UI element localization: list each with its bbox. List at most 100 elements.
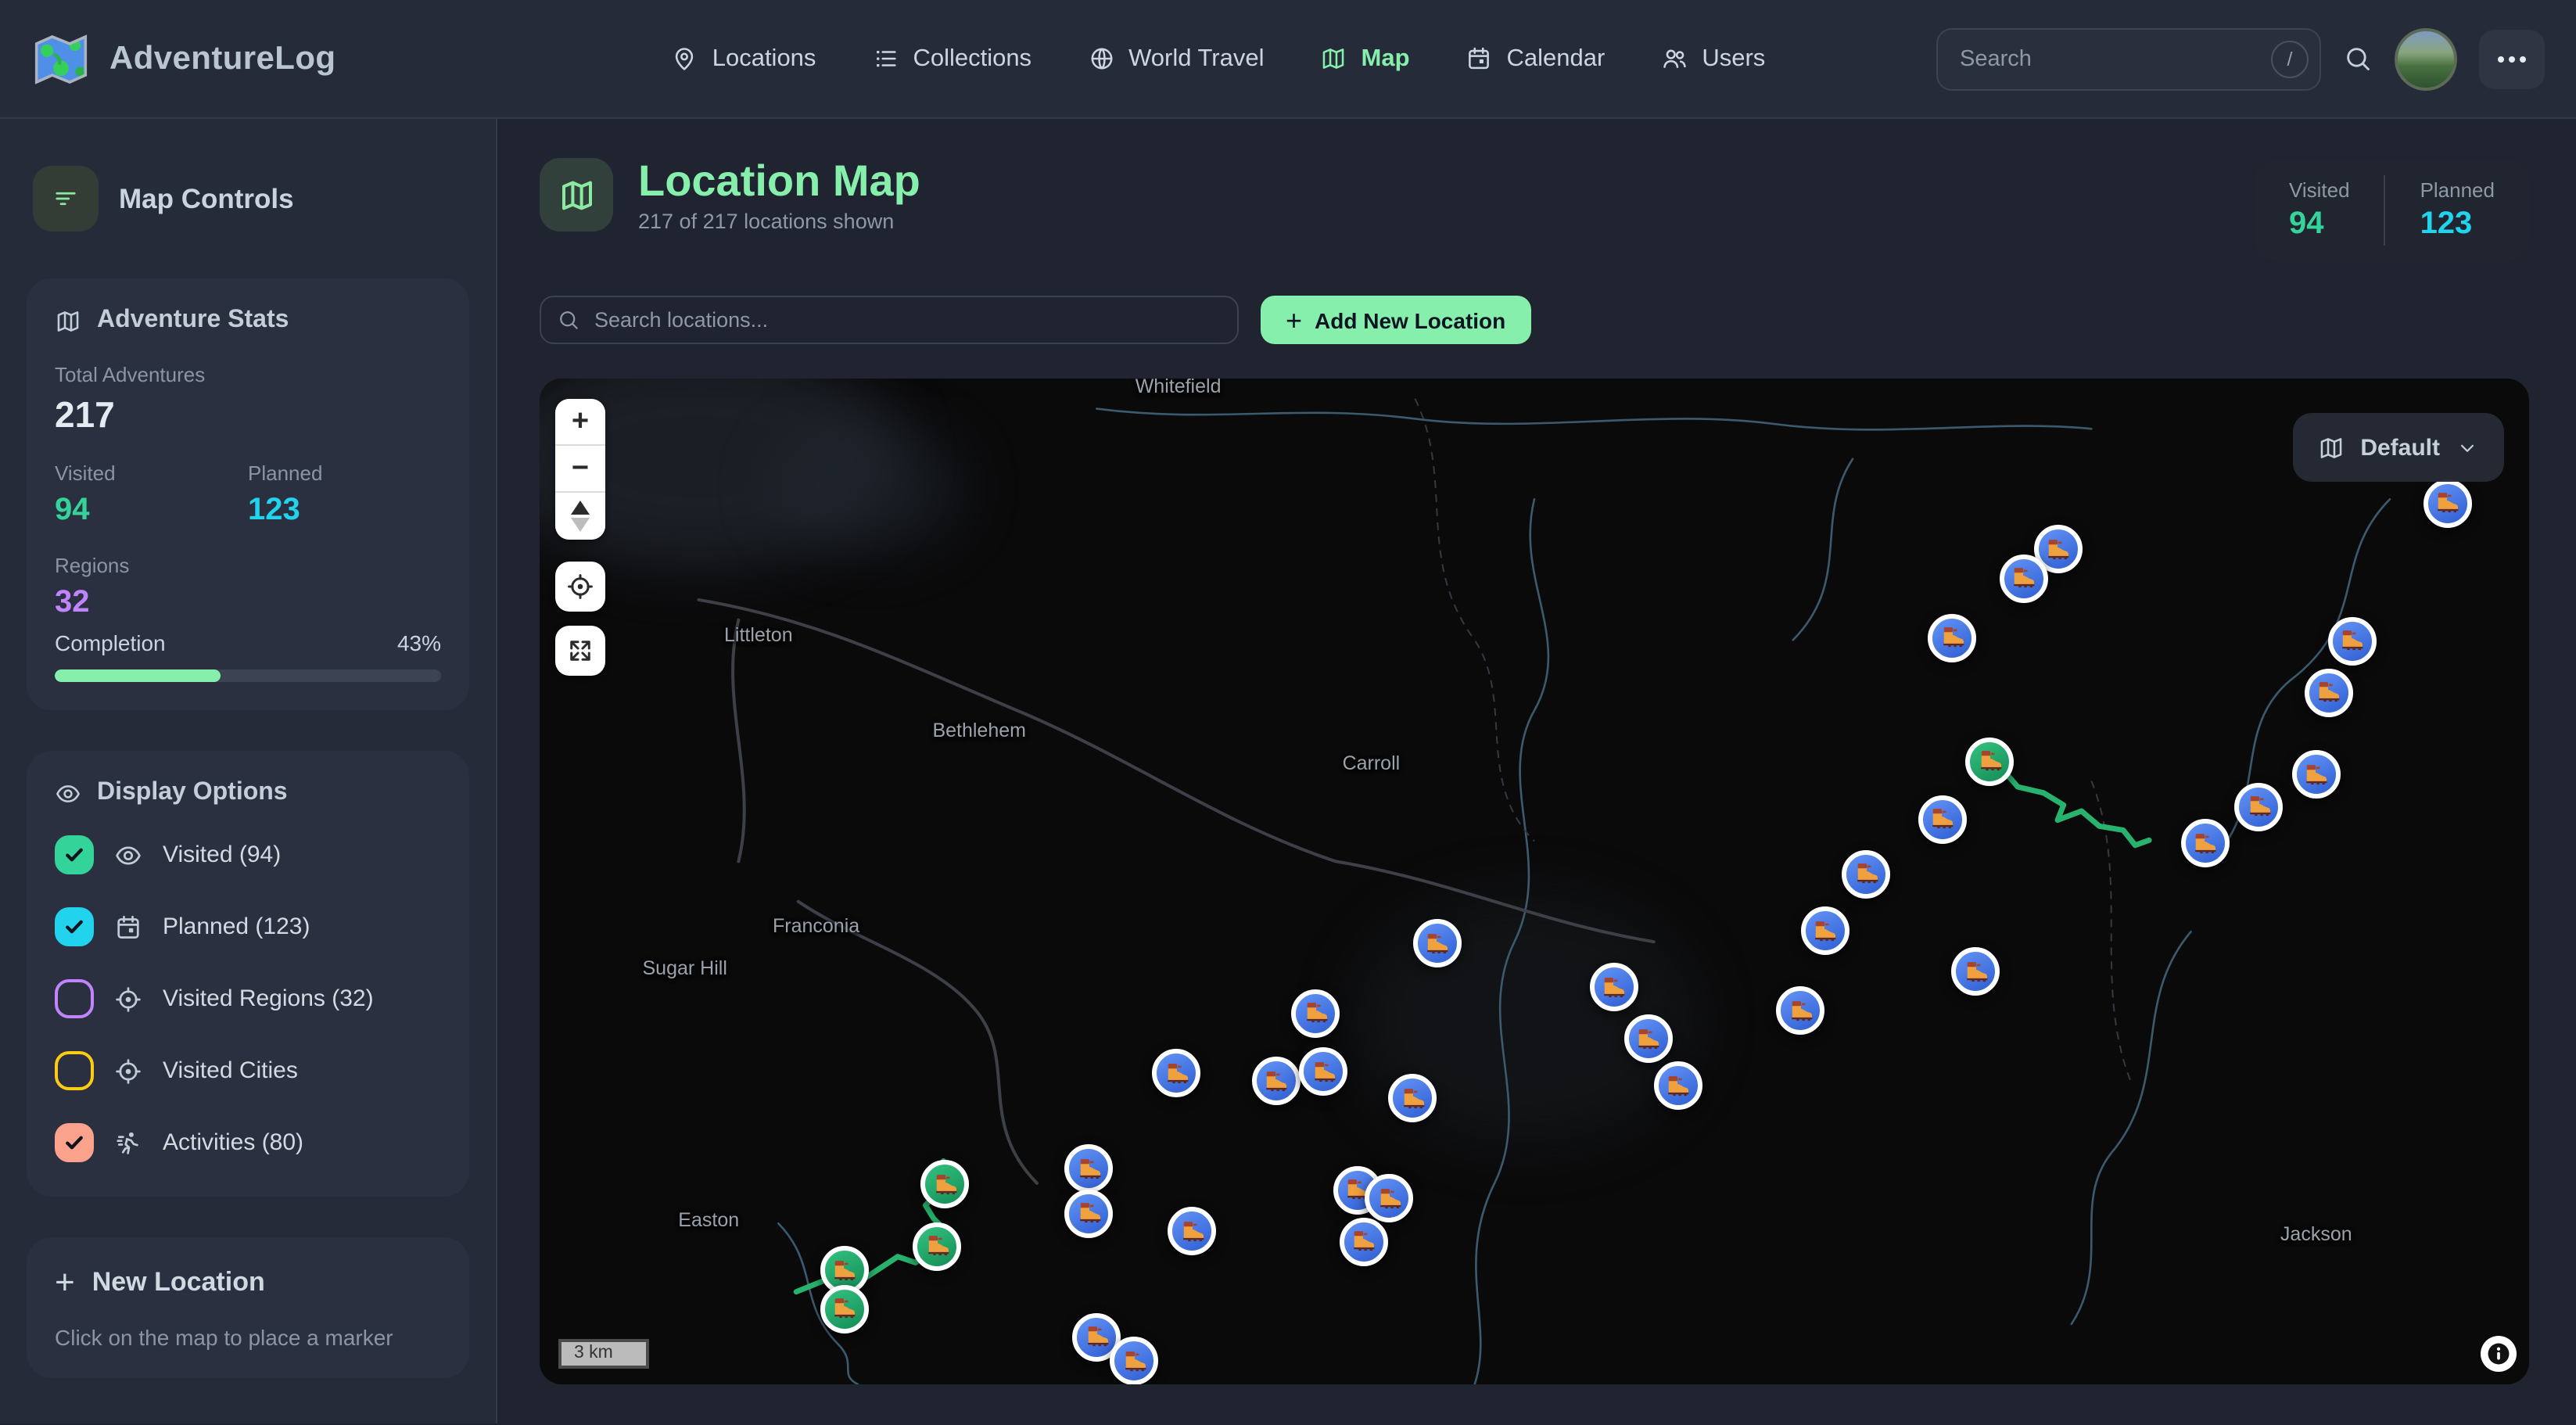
map-marker-blue[interactable] <box>1339 1217 1387 1265</box>
nav-item-collections[interactable]: Collections <box>872 45 1031 73</box>
map-marker-blue[interactable] <box>1918 795 1967 843</box>
stat-planned: Planned 123 <box>248 461 441 529</box>
zoom-out-button[interactable]: − <box>555 446 605 493</box>
map-marker-blue[interactable] <box>1110 1337 1159 1384</box>
checkbox-visited-cities[interactable] <box>55 1051 94 1090</box>
map-marker-blue[interactable] <box>1412 920 1461 968</box>
layer-selector[interactable]: Default <box>2293 413 2504 482</box>
target-icon <box>114 985 142 1013</box>
nav-item-label: Collections <box>913 45 1031 73</box>
eye-icon <box>114 841 142 869</box>
nav-item-calendar[interactable]: Calendar <box>1466 45 1606 73</box>
map-marker-blue[interactable] <box>1168 1208 1216 1256</box>
map-marker-blue[interactable] <box>1800 906 1849 955</box>
display-option-label: Activities (80) <box>163 1129 303 1156</box>
zoom-in-button[interactable]: + <box>555 399 605 446</box>
map-marker-blue[interactable] <box>1952 948 2000 996</box>
map-marker-blue[interactable] <box>1653 1061 1702 1110</box>
global-search-input[interactable] <box>1936 27 2321 90</box>
nav-item-world-travel[interactable]: World Travel <box>1088 45 1264 73</box>
map-controls-header: Map Controls <box>33 166 463 232</box>
map-icon <box>2318 434 2345 461</box>
map-marker-blue[interactable] <box>1299 1047 1347 1096</box>
hiking-boot-icon <box>1962 958 1990 986</box>
hiking-boot-icon <box>2010 565 2038 593</box>
avatar[interactable] <box>2395 27 2457 90</box>
nav-item-users[interactable]: Users <box>1661 45 1765 73</box>
display-option-planned[interactable]: Planned (123) <box>55 907 441 946</box>
map-marker-blue[interactable] <box>1251 1057 1300 1106</box>
map-marker-blue[interactable] <box>2328 617 2377 666</box>
map-marker-blue[interactable] <box>1365 1174 1413 1222</box>
map-marker-blue[interactable] <box>1152 1050 1200 1098</box>
map-marker-blue[interactable] <box>2180 819 2229 867</box>
map-marker-blue[interactable] <box>2234 783 2283 831</box>
map-marker-blue[interactable] <box>1291 989 1340 1037</box>
hiking-boot-icon <box>2302 761 2330 789</box>
map-marker-blue[interactable] <box>1928 614 1976 662</box>
town-label: Carroll <box>1343 752 1401 774</box>
checkbox-visited[interactable] <box>55 835 94 874</box>
location-search <box>540 296 1239 344</box>
map-marker-blue[interactable] <box>1623 1015 1672 1064</box>
calendar-icon <box>1466 45 1493 72</box>
hiking-boot-icon <box>830 1295 858 1323</box>
hiking-boot-icon <box>1634 1025 1662 1053</box>
header-stats-badge: Visited 94 Planned 123 <box>2255 160 2529 261</box>
display-option-visited-cities[interactable]: Visited Cities <box>55 1051 441 1090</box>
map-marker-blue[interactable] <box>1777 987 1825 1036</box>
hiking-boot-icon <box>2244 793 2273 821</box>
map-marker-blue[interactable] <box>1842 850 1891 899</box>
map-canvas[interactable]: WhitefieldLittletonBethlehemCarrollFranc… <box>540 379 2529 1384</box>
add-new-location-button[interactable]: + Add New Location <box>1261 296 1530 344</box>
map-marker-blue[interactable] <box>2000 555 2048 603</box>
checkbox-visited-regions[interactable] <box>55 979 94 1018</box>
map-marker-blue[interactable] <box>2424 479 2472 527</box>
hiking-boot-icon <box>1178 1218 1206 1246</box>
hiking-boot-icon <box>1853 860 1881 888</box>
map-marker-green[interactable] <box>820 1285 868 1333</box>
map-marker-green[interactable] <box>921 1160 970 1208</box>
fullscreen-button[interactable] <box>555 626 605 676</box>
hiking-boot-icon <box>2043 536 2072 564</box>
new-location-header[interactable]: + New Location <box>55 1265 441 1300</box>
map-marker-blue[interactable] <box>1389 1075 1437 1123</box>
app-title: AdventureLog <box>109 40 336 77</box>
display-option-visited[interactable]: Visited (94) <box>55 835 441 874</box>
checkbox-activities[interactable] <box>55 1123 94 1162</box>
locate-icon <box>566 573 594 601</box>
hiking-boot-icon <box>1375 1184 1403 1212</box>
badge-visited: Visited 94 <box>2255 175 2384 246</box>
runner-icon <box>114 1129 142 1157</box>
hiking-boot-icon <box>1423 930 1451 958</box>
nav-item-label: Map <box>1362 45 1410 73</box>
map-marker-blue[interactable] <box>1064 1189 1113 1237</box>
map-marker-green[interactable] <box>913 1222 962 1271</box>
chevron-down-icon <box>2456 436 2479 459</box>
hiking-boot-icon <box>2338 627 2366 655</box>
more-menu-button[interactable] <box>2479 29 2545 88</box>
display-option-label: Visited (94) <box>163 842 281 868</box>
compass-button[interactable] <box>555 493 605 540</box>
map-marker-blue[interactable] <box>2304 668 2352 716</box>
map-marker-blue[interactable] <box>1590 963 1638 1011</box>
brand[interactable]: AdventureLog <box>31 29 500 88</box>
info-icon <box>2485 1341 2512 1367</box>
fullscreen-icon <box>566 637 594 665</box>
display-option-visited-regions[interactable]: Visited Regions (32) <box>55 979 441 1018</box>
geolocate-button[interactable] <box>555 562 605 612</box>
checkbox-planned[interactable] <box>55 907 94 946</box>
search-icon-button[interactable] <box>2343 44 2373 74</box>
map-marker-green[interactable] <box>1966 738 2015 786</box>
map-marker-blue[interactable] <box>2292 751 2341 799</box>
map-marker-blue[interactable] <box>1064 1145 1113 1193</box>
display-option-activities[interactable]: Activities (80) <box>55 1123 441 1162</box>
stat-regions: Regions 32 <box>55 554 441 621</box>
location-search-input[interactable] <box>540 296 1239 344</box>
attribution-button[interactable] <box>2481 1336 2517 1372</box>
hiking-boot-icon <box>1162 1060 1190 1088</box>
global-search: / <box>1936 27 2321 90</box>
sidebar-title: Map Controls <box>119 182 294 215</box>
nav-item-locations[interactable]: Locations <box>672 45 816 73</box>
nav-item-map[interactable]: Map <box>1321 45 1410 73</box>
